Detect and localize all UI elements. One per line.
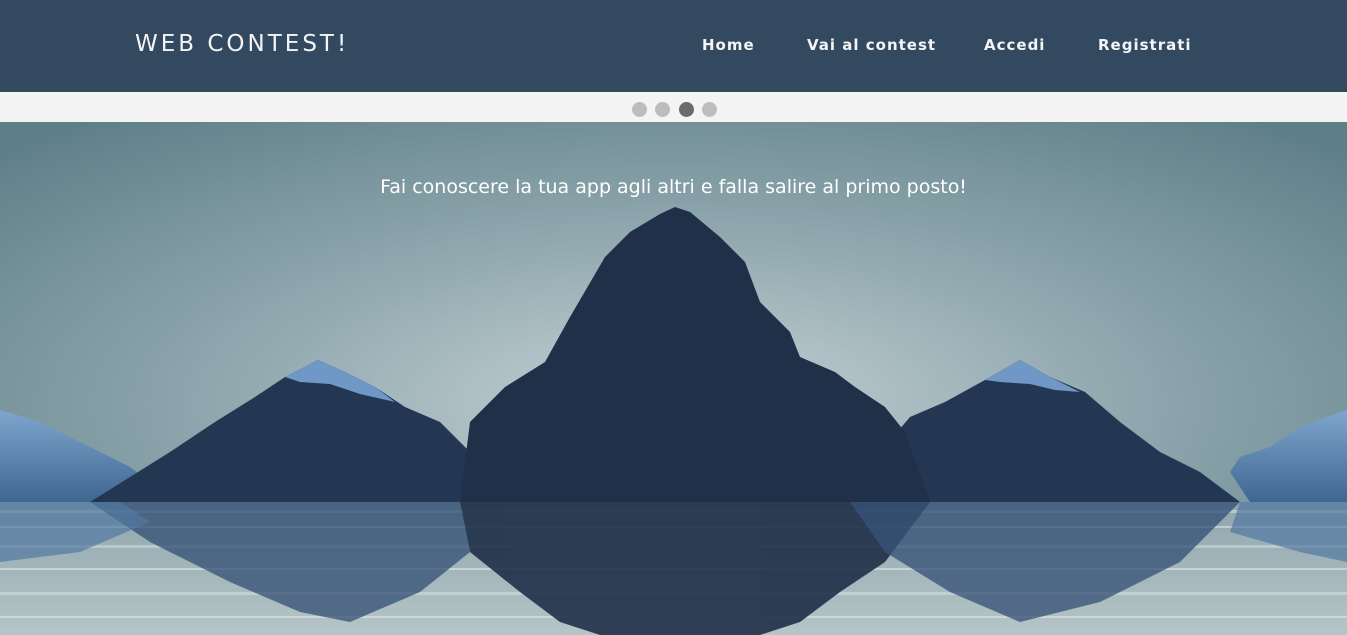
nav-link-register[interactable]: Registrati	[1098, 36, 1192, 54]
carousel-indicators	[0, 92, 1347, 122]
carousel-dot-2[interactable]	[655, 102, 670, 117]
hero-slide: Fai conoscere la tua app agli altri e fa…	[0, 122, 1347, 635]
carousel-dot-4[interactable]	[702, 102, 717, 117]
site-brand[interactable]: WEB CONTEST!	[135, 31, 349, 57]
nav-link-login[interactable]: Accedi	[984, 36, 1045, 54]
top-navbar: WEB CONTEST! Home Vai al contest Accedi …	[0, 0, 1347, 92]
carousel-dot-3[interactable]	[679, 102, 694, 117]
nav-link-contest[interactable]: Vai al contest	[807, 36, 936, 54]
carousel-dot-1[interactable]	[632, 102, 647, 117]
nav-link-home[interactable]: Home	[702, 36, 755, 54]
hero-caption: Fai conoscere la tua app agli altri e fa…	[380, 176, 967, 198]
mountain-landscape-image	[0, 122, 1347, 635]
